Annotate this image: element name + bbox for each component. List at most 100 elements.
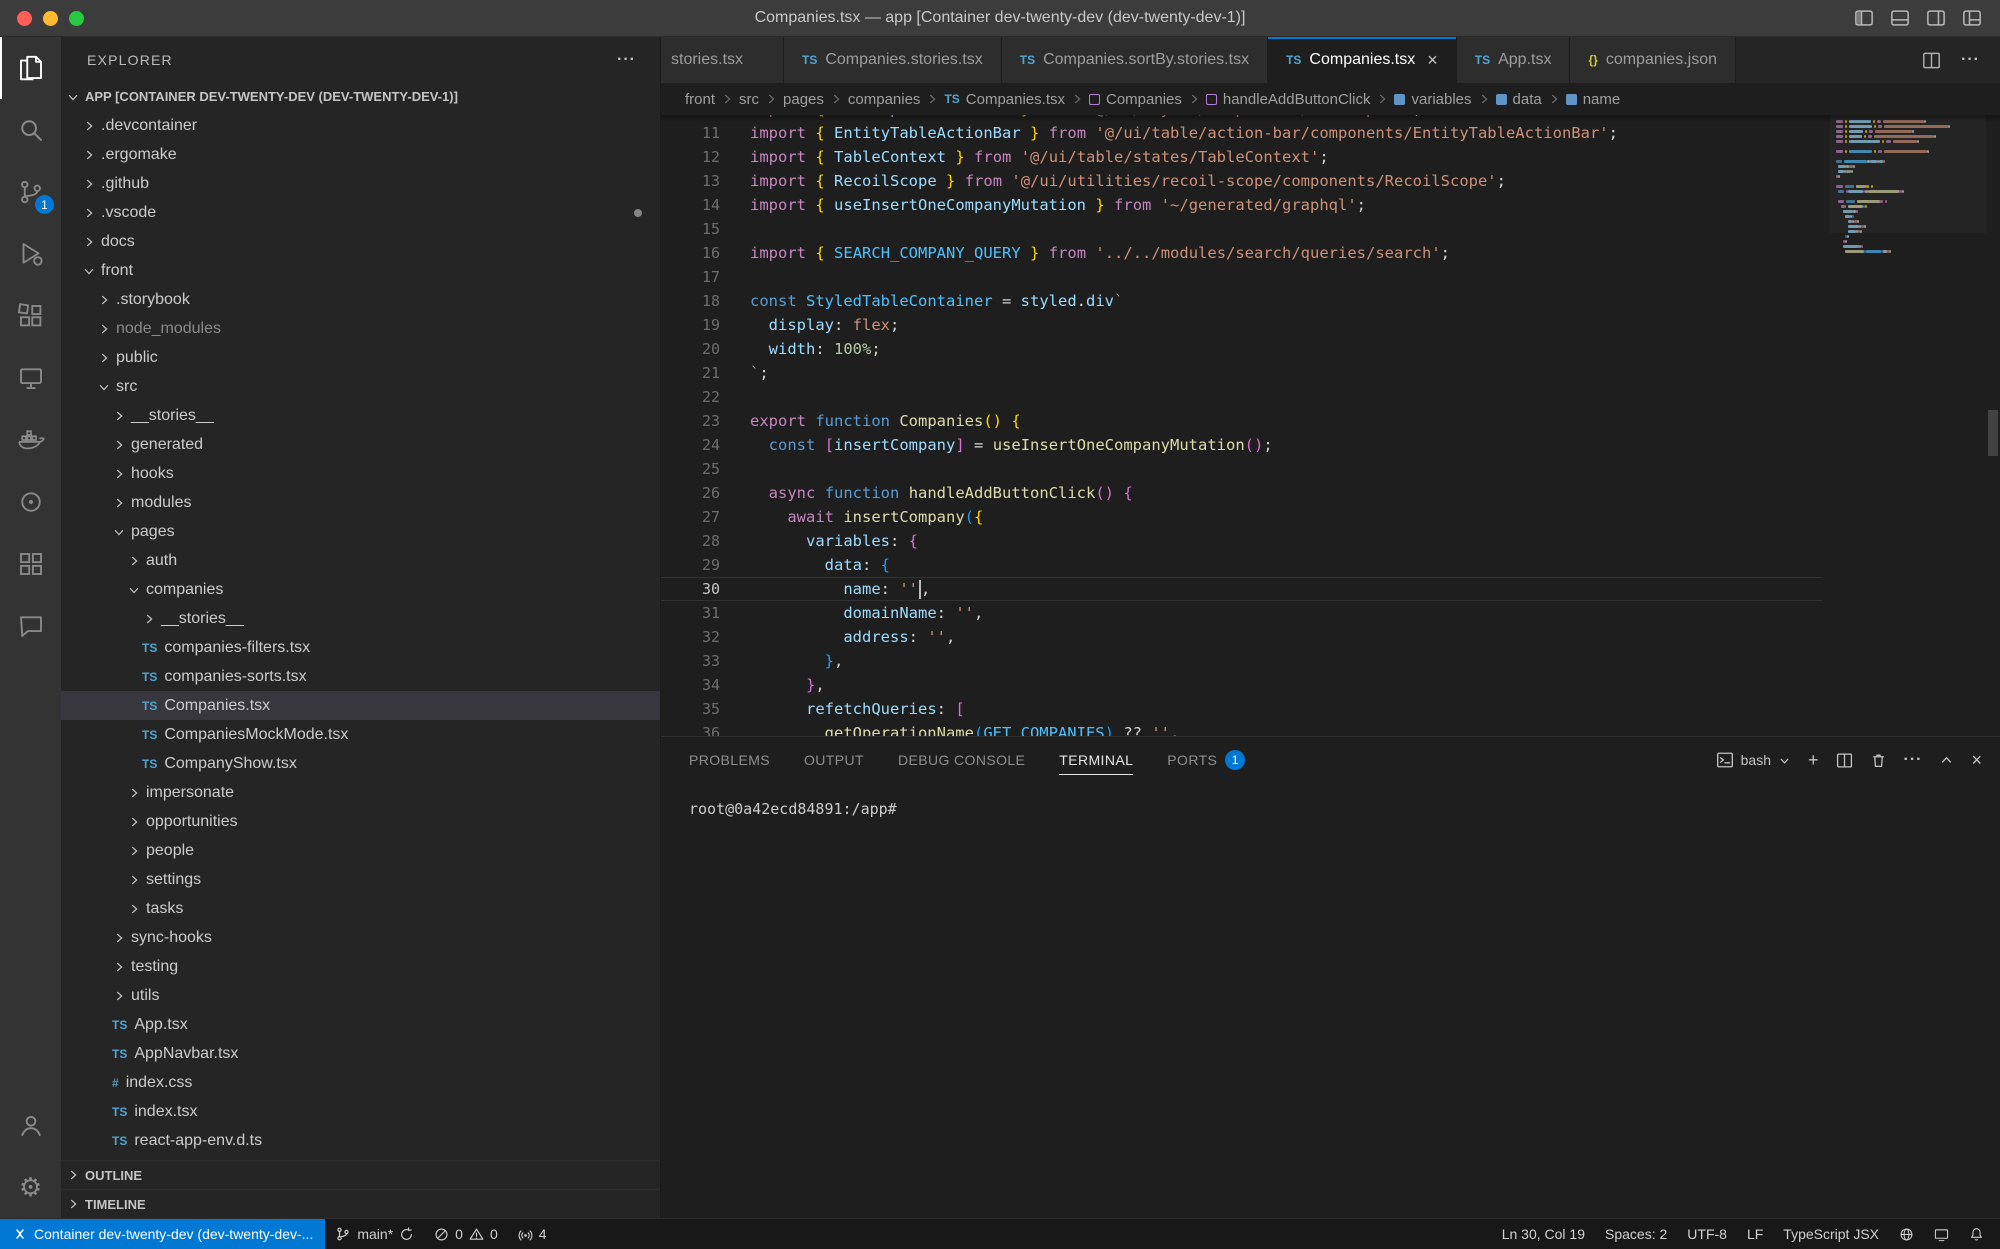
remote-indicator[interactable]: Container dev-twenty-dev (dev-twenty-dev… xyxy=(0,1219,325,1249)
tab-companies-sortby-stories-tsx[interactable]: TSCompanies.sortBy.stories.tsx xyxy=(1002,37,1268,83)
code-line-30[interactable]: 30 name: '', xyxy=(661,577,1822,601)
breadcrumb-item-pages[interactable]: pages xyxy=(781,91,826,108)
code-editor[interactable]: 10import { WithTopBarContainer } from '@… xyxy=(661,115,2000,736)
tree-item-auth[interactable]: auth xyxy=(61,546,660,575)
forwarded-ports[interactable]: 4 xyxy=(508,1219,557,1249)
toggle-sidebar-icon[interactable] xyxy=(1854,8,1874,28)
grid-icon[interactable] xyxy=(0,533,61,595)
breadcrumb-item-data[interactable]: data xyxy=(1494,91,1544,108)
tree-item-companiesmockmode-tsx[interactable]: TSCompaniesMockMode.tsx xyxy=(61,720,660,749)
code-line-11[interactable]: 11import { EntityTableActionBar } from '… xyxy=(661,121,1822,145)
tree-item-companies-sorts-tsx[interactable]: TScompanies-sorts.tsx xyxy=(61,662,660,691)
code-line-31[interactable]: 31 domainName: '', xyxy=(661,601,1822,625)
problems-summary[interactable]: 0 0 xyxy=(424,1219,508,1249)
terminal-output[interactable]: root@0a42ecd84891:/app# xyxy=(661,783,2000,1218)
maximize-panel-icon[interactable] xyxy=(1939,753,1954,768)
explorer-icon[interactable] xyxy=(0,37,61,99)
new-terminal-icon[interactable]: + xyxy=(1808,751,1819,769)
tree-item-generated[interactable]: generated xyxy=(61,430,660,459)
tree-item-companies-tsx[interactable]: TSCompanies.tsx xyxy=(61,691,660,720)
remote-explorer-icon[interactable] xyxy=(0,347,61,409)
tab-companies-tsx[interactable]: TSCompanies.tsx× xyxy=(1268,37,1457,83)
panel-tab-problems[interactable]: PROBLEMS xyxy=(689,737,770,783)
tree-item-front[interactable]: front xyxy=(61,256,660,285)
tab-companies-stories-tsx[interactable]: TSCompanies.stories.tsx xyxy=(784,37,1002,83)
extensions-icon[interactable] xyxy=(0,285,61,347)
split-terminal-icon[interactable] xyxy=(1836,752,1853,769)
encoding[interactable]: UTF-8 xyxy=(1677,1219,1737,1249)
explorer-more-actions-icon[interactable]: ··· xyxy=(617,51,636,69)
code-line-28[interactable]: 28 variables: { xyxy=(661,529,1822,553)
toggle-secondary-sidebar-icon[interactable] xyxy=(1926,8,1946,28)
kill-terminal-icon[interactable] xyxy=(1870,752,1887,769)
tree-item-companies-filters-tsx[interactable]: TScompanies-filters.tsx xyxy=(61,633,660,662)
breadcrumb-item-companies-tsx[interactable]: TSCompanies.tsx xyxy=(942,91,1067,108)
code-line-21[interactable]: 21`; xyxy=(661,361,1822,385)
close-window-button[interactable] xyxy=(17,11,32,26)
tree-item-index-tsx[interactable]: TSindex.tsx xyxy=(61,1097,660,1126)
tab-companies-json[interactable]: {}companies.json xyxy=(1570,37,1736,83)
tab-app-tsx[interactable]: TSApp.tsx xyxy=(1457,37,1571,83)
panel-tab-debug-console[interactable]: DEBUG CONSOLE xyxy=(898,737,1025,783)
tree-item-hooks[interactable]: hooks xyxy=(61,459,660,488)
tree-item-public[interactable]: public xyxy=(61,343,660,372)
git-branch-item[interactable]: main* xyxy=(325,1219,424,1249)
code-line-24[interactable]: 24 const [insertCompany] = useInsertOneC… xyxy=(661,433,1822,457)
code-line-35[interactable]: 35 refetchQueries: [ xyxy=(661,697,1822,721)
search-icon[interactable] xyxy=(0,99,61,161)
fullscreen-window-button[interactable] xyxy=(69,11,84,26)
code-line-15[interactable]: 15 xyxy=(661,217,1822,241)
indentation[interactable]: Spaces: 2 xyxy=(1595,1219,1677,1249)
code-line-23[interactable]: 23export function Companies() { xyxy=(661,409,1822,433)
outline-section-header[interactable]: OUTLINE xyxy=(61,1160,660,1189)
customize-layout-icon[interactable] xyxy=(1962,8,1982,28)
more-actions-icon[interactable]: ··· xyxy=(1961,51,1980,69)
editor-scrollbar[interactable] xyxy=(1986,115,2000,736)
tree-item-app-tsx[interactable]: TSApp.tsx xyxy=(61,1010,660,1039)
scrollbar-thumb[interactable] xyxy=(1988,410,1998,456)
panel-more-actions-icon[interactable]: ··· xyxy=(1904,751,1923,769)
code-line-20[interactable]: 20 width: 100%; xyxy=(661,337,1822,361)
tree-item-github[interactable]: .github xyxy=(61,169,660,198)
breadcrumb-item-variables[interactable]: variables xyxy=(1392,91,1473,108)
tree-item-settings[interactable]: settings xyxy=(61,865,660,894)
tree-item-ergomake[interactable]: .ergomake xyxy=(61,140,660,169)
breadcrumb-item-handleaddbuttonclick[interactable]: handleAddButtonClick xyxy=(1204,91,1373,108)
globe-icon[interactable] xyxy=(1889,1219,1924,1249)
code-line-29[interactable]: 29 data: { xyxy=(661,553,1822,577)
code-line-33[interactable]: 33 }, xyxy=(661,649,1822,673)
code-line-14[interactable]: 14import { useInsertOneCompanyMutation }… xyxy=(661,193,1822,217)
tree-item-docs[interactable]: docs xyxy=(61,227,660,256)
breadcrumb-item-src[interactable]: src xyxy=(737,91,761,108)
tree-item-people[interactable]: people xyxy=(61,836,660,865)
code-line-17[interactable]: 17 xyxy=(661,265,1822,289)
tree-item-react-app-env-d-ts[interactable]: TSreact-app-env.d.ts xyxy=(61,1126,660,1155)
code-line-36[interactable]: 36 getOperationName(GET_COMPANIES) ?? ''… xyxy=(661,721,1822,736)
panel-tab-terminal[interactable]: TERMINAL xyxy=(1059,737,1133,783)
tree-item-index-css[interactable]: #index.css xyxy=(61,1068,660,1097)
code-line-27[interactable]: 27 await insertCompany({ xyxy=(661,505,1822,529)
tree-item-modules[interactable]: modules xyxy=(61,488,660,517)
chat-icon[interactable] xyxy=(0,595,61,657)
tree-item-appnavbar-tsx[interactable]: TSAppNavbar.tsx xyxy=(61,1039,660,1068)
docker-icon[interactable] xyxy=(0,409,61,471)
target-icon[interactable] xyxy=(0,471,61,533)
toggle-panel-icon[interactable] xyxy=(1890,8,1910,28)
code-line-32[interactable]: 32 address: '', xyxy=(661,625,1822,649)
workspace-section-header[interactable]: APP [CONTAINER DEV-TWENTY-DEV (DEV-TWENT… xyxy=(61,82,660,111)
tree-item-tasks[interactable]: tasks xyxy=(61,894,660,923)
tree-item-impersonate[interactable]: impersonate xyxy=(61,778,660,807)
tree-item-stories[interactable]: __stories__ xyxy=(61,401,660,430)
code-line-12[interactable]: 12import { TableContext } from '@/ui/tab… xyxy=(661,145,1822,169)
breadcrumb-item-companies[interactable]: Companies xyxy=(1087,91,1184,108)
code-line-19[interactable]: 19 display: flex; xyxy=(661,313,1822,337)
code-line-18[interactable]: 18const StyledTableContainer = styled.di… xyxy=(661,289,1822,313)
code-line-25[interactable]: 25 xyxy=(661,457,1822,481)
language-mode[interactable]: TypeScript JSX xyxy=(1773,1219,1889,1249)
source-control-icon[interactable]: 1 xyxy=(0,161,61,223)
tree-item-companies[interactable]: companies xyxy=(61,575,660,604)
code-line-34[interactable]: 34 }, xyxy=(661,673,1822,697)
tree-item-node-modules[interactable]: node_modules xyxy=(61,314,660,343)
close-tab-icon[interactable]: × xyxy=(1427,51,1438,69)
minimize-window-button[interactable] xyxy=(43,11,58,26)
